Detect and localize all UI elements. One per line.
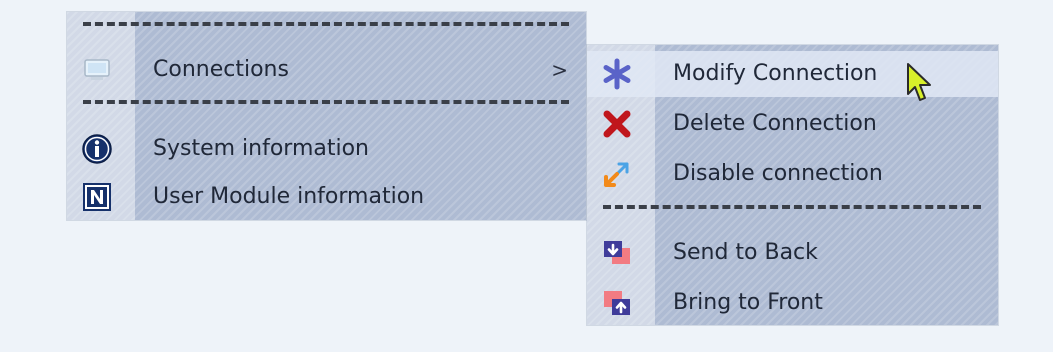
menu-item-label: User Module information xyxy=(153,184,425,209)
menu-item-label: Modify Connection xyxy=(673,61,878,86)
submenu-arrow-indicator: > xyxy=(551,58,568,82)
asterisk-icon xyxy=(603,58,631,90)
menu-item-label: Send to Back xyxy=(673,240,818,265)
submenu-item-send-to-back[interactable]: Send to Back xyxy=(587,230,998,276)
menu-separator xyxy=(83,22,569,26)
menu-separator xyxy=(603,205,981,209)
menu-item-label: Disable connection xyxy=(673,161,883,186)
menu-item-label: Bring to Front xyxy=(673,290,823,315)
info-icon xyxy=(82,134,112,164)
mouse-cursor-icon xyxy=(907,63,931,101)
menu-item-label: Delete Connection xyxy=(673,111,877,136)
delete-x-icon xyxy=(603,110,631,138)
submenu-item-bring-to-front[interactable]: Bring to Front xyxy=(587,280,998,326)
menu-item-user-module-information[interactable]: User Module information xyxy=(67,174,586,220)
submenu-item-delete-connection[interactable]: Delete Connection xyxy=(587,101,998,147)
menu-item-connections[interactable]: Connections > xyxy=(67,47,586,93)
menu-item-system-information[interactable]: System information xyxy=(67,126,586,172)
bring-to-front-icon xyxy=(604,291,630,315)
disable-arrows-icon xyxy=(604,162,629,187)
monitor-icon xyxy=(84,59,110,80)
context-menu: Connections > System information User Mo… xyxy=(67,12,586,220)
n-module-icon xyxy=(83,183,111,211)
menu-separator xyxy=(83,100,569,104)
send-to-back-icon xyxy=(604,241,630,264)
menu-item-label: Connections xyxy=(153,57,289,82)
submenu-item-disable-connection[interactable]: Disable connection xyxy=(587,151,998,197)
menu-item-label: System information xyxy=(153,136,370,161)
